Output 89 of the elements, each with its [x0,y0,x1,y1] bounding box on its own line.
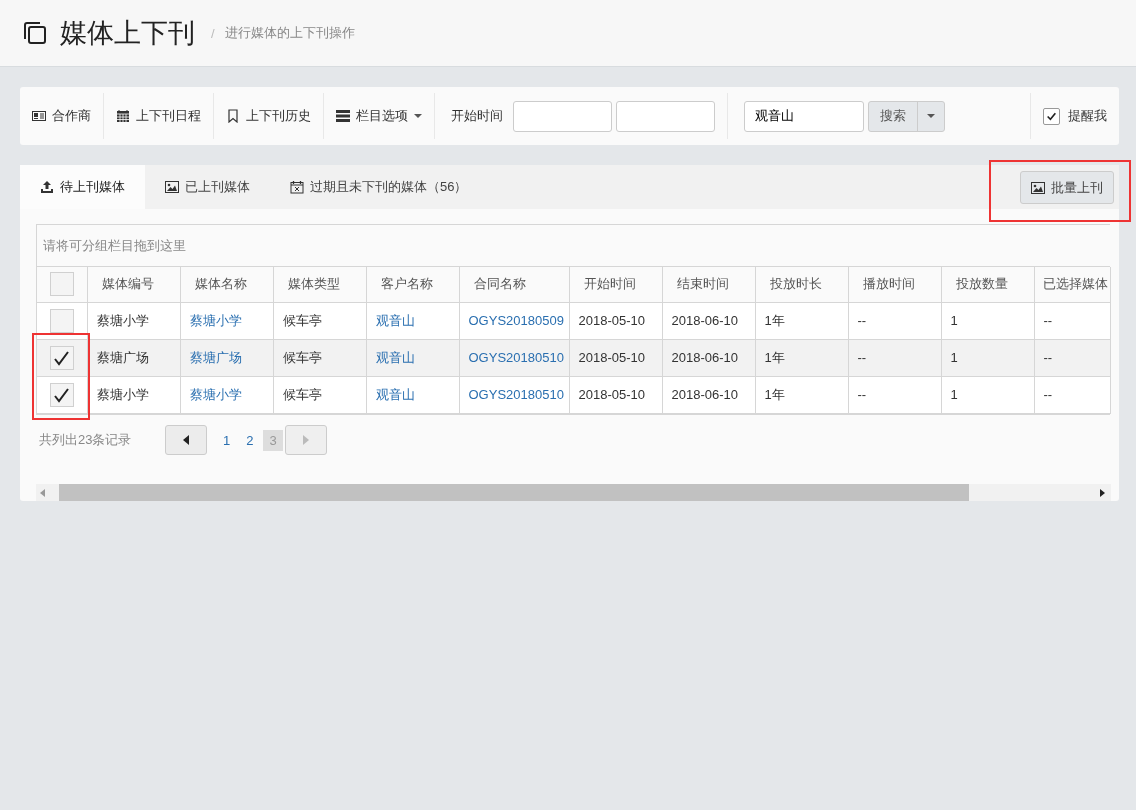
next-page-button[interactable] [284,425,327,455]
table-cell: 2018-05-10 [569,339,662,376]
search-button[interactable]: 搜索 [869,101,917,131]
table-link[interactable]: 观音山 [366,376,459,413]
table-cell: 1年 [755,376,848,413]
table-cell: -- [848,302,941,339]
table-cell: -- [1034,376,1110,413]
table-cell: -- [1034,302,1110,339]
toolbar-button[interactable]: 上下刊历史 [214,93,324,139]
table-link[interactable]: 观音山 [366,339,459,376]
table-cell: 2018-06-10 [662,339,755,376]
table-cell: 1年 [755,302,848,339]
left-triangle-icon [40,488,45,497]
table-link[interactable]: OGYS20180510 [459,339,569,376]
table-link[interactable]: 蔡塘小学 [180,302,273,339]
check-icon [1046,110,1057,122]
field-label: 开始时间 [451,107,503,125]
table-cell: 蔡塘小学 [87,376,180,413]
scrollbar-thumb[interactable] [59,484,969,501]
toolbar-button[interactable]: 合作商 [20,93,104,139]
table-cell: 2018-06-10 [662,376,755,413]
end-date-field[interactable] [616,100,715,132]
column-header[interactable]: 结束时间 [662,267,755,302]
tab[interactable]: 待上刊媒体 [20,165,145,209]
calendar-x-icon [290,180,304,194]
page-title: 媒体上下刊 [60,17,195,50]
right-triangle-icon [302,435,309,445]
table-link[interactable]: 蔡塘小学 [180,376,273,413]
page-number[interactable]: 1 [217,429,237,451]
tab[interactable]: 过期且未下刊的媒体（56） [270,165,488,209]
column-header[interactable]: 已选择媒体 [1034,267,1110,302]
table-cell: 蔡塘广场 [87,339,180,376]
table-cell: -- [848,376,941,413]
id-card-icon [32,109,46,123]
page-number[interactable]: 2 [240,429,260,451]
table-cell: 2018-05-10 [569,376,662,413]
left-triangle-icon [183,435,189,445]
column-header[interactable]: 开始时间 [569,267,662,302]
table-cell: 1 [941,339,1034,376]
breadcrumb-separator: / [211,25,215,41]
right-triangle-icon [1100,488,1105,497]
select-all-checkbox[interactable] [49,272,74,297]
caret-icon [927,114,935,118]
checkbox[interactable] [1043,107,1060,125]
row-checkbox[interactable] [49,345,74,370]
image-icon [1031,180,1045,195]
bookmark-icon [226,109,240,123]
table-cell: 1 [941,376,1034,413]
column-header[interactable]: 播放时间 [848,267,941,302]
page-subtitle: 进行媒体的上下刊操作 [224,24,355,42]
caret-icon [414,114,422,118]
column-header[interactable]: 媒体类型 [273,267,366,302]
table-link[interactable]: OGYS20180509 [459,302,569,339]
table-link[interactable]: OGYS20180510 [459,376,569,413]
batch-publish-button[interactable]: 批量上刊 [1020,171,1114,204]
start-date-field[interactable] [513,100,612,132]
table-cell: -- [1034,339,1110,376]
row-checkbox[interactable] [49,308,74,333]
record-count: 共列出23条记录 [39,431,133,449]
column-header[interactable]: 客户名称 [366,267,459,302]
table-cell: 1年 [755,339,848,376]
table-cell: -- [848,339,941,376]
table-cell: 1 [941,302,1034,339]
calendar-icon [116,109,130,123]
toolbar-button[interactable]: 上下刊日程 [104,93,214,139]
table-link[interactable]: 观音山 [366,302,459,339]
toolbar-button[interactable]: 栏目选项 [324,93,435,139]
server-icon [336,109,350,123]
column-header[interactable]: 媒体编号 [87,267,180,302]
column-header[interactable]: 投放时长 [755,267,848,302]
search-field[interactable]: 观音山 [744,100,864,132]
copy-icon [22,20,48,46]
table-cell: 2018-05-10 [569,302,662,339]
upload-icon [40,180,54,194]
checkbox-label: 提醒我 [1068,107,1107,125]
column-header[interactable]: 合同名称 [459,267,569,302]
table-cell: 蔡塘小学 [87,302,180,339]
image-icon [165,180,179,194]
column-header[interactable]: 媒体名称 [180,267,273,302]
previous-page-button[interactable] [165,425,207,455]
tab[interactable]: 已上刊媒体 [145,165,270,209]
table-cell: 候车亭 [273,302,366,339]
table-cell: 候车亭 [273,339,366,376]
table-link[interactable]: 蔡塘广场 [180,339,273,376]
horizontal-scrollbar[interactable] [36,484,1111,501]
table-cell: 2018-06-10 [662,302,755,339]
column-header[interactable]: 投放数量 [941,267,1034,302]
row-checkbox[interactable] [49,382,74,407]
table-cell: 候车亭 [273,376,366,413]
